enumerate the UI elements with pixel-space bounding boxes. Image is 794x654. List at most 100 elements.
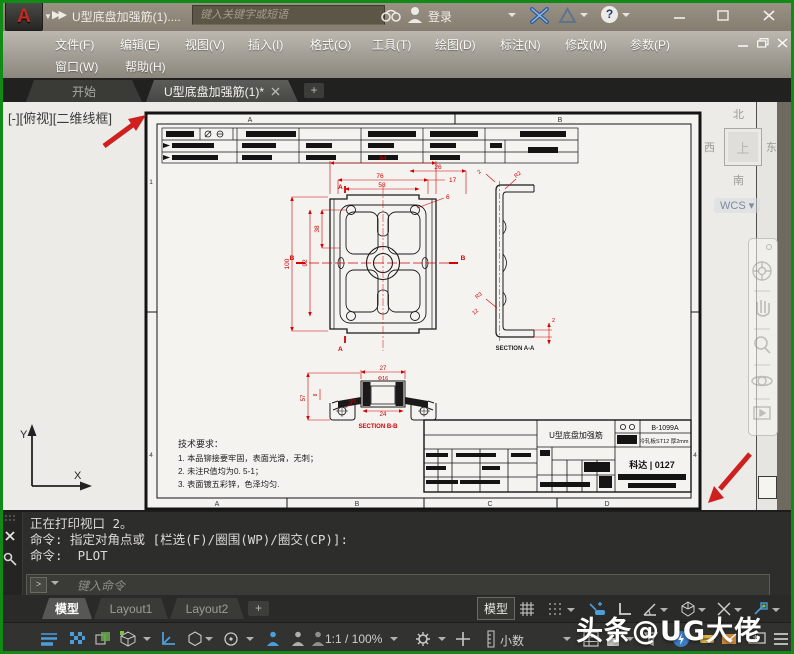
zone-bot-a: A: [215, 501, 220, 508]
wcs-menu[interactable]: WCS ▾: [714, 198, 760, 213]
doc-close-icon[interactable]: [777, 38, 788, 48]
viewcube-east[interactable]: 东: [766, 139, 777, 155]
dim-76: 76: [376, 173, 384, 180]
snap-dropdown-icon[interactable]: [567, 608, 575, 616]
help-icon[interactable]: ?: [601, 6, 618, 23]
title-block-drawing-no: B-1099A: [651, 425, 679, 432]
viewcube-west[interactable]: 西: [704, 139, 715, 155]
command-panel-grip[interactable]: [0, 512, 23, 597]
help-search-input[interactable]: 键入关键字或短语: [192, 5, 385, 25]
menu-insert[interactable]: 插入(I): [248, 36, 283, 53]
menu-format[interactable]: 格式(O): [310, 36, 351, 53]
secb-dim-8: 8: [313, 393, 319, 396]
user-icon[interactable]: [407, 6, 423, 24]
maximize-button[interactable]: [706, 5, 740, 25]
tab-layout2[interactable]: Layout2: [170, 598, 244, 619]
quick-access-expand-icon[interactable]: ▶▶: [52, 8, 65, 21]
orbit-icon: [752, 377, 772, 386]
tab-close-icon[interactable]: [271, 87, 280, 96]
menu-edit[interactable]: 编辑(E): [120, 36, 160, 53]
minimize-button[interactable]: [662, 5, 696, 25]
units-value[interactable]: 小数: [500, 632, 524, 649]
menu-window[interactable]: 窗口(W): [55, 58, 98, 75]
notes-line3: 3. 表面镀五彩锌，色泽均匀.: [178, 479, 279, 489]
viewport-controls[interactable]: [-][俯视][二维线框]: [8, 108, 112, 127]
grid-display-toggle[interactable]: [515, 598, 539, 620]
menu-view[interactable]: 视图(V): [185, 36, 225, 53]
dim-84: 84: [379, 155, 387, 162]
tab-model[interactable]: 模型: [42, 598, 92, 619]
selection-cycling-toggle[interactable]: [90, 627, 116, 651]
3dosnap-dropdown-icon[interactable]: [143, 637, 151, 645]
zoom-icon: [755, 337, 770, 353]
view-cube[interactable]: 北 西 上 东 南 WCS ▾: [700, 106, 784, 222]
doc-minimize-icon[interactable]: [738, 38, 749, 48]
signin-label[interactable]: 登录: [428, 8, 452, 25]
zone-top-a: A: [248, 117, 253, 124]
dim-6: 6: [446, 194, 450, 201]
command-prompt-icon[interactable]: >: [30, 577, 47, 593]
menu-dimension[interactable]: 标注(N): [500, 36, 541, 53]
signin-dropdown-icon[interactable]: [508, 13, 516, 21]
menu-tools[interactable]: 工具(T): [372, 36, 411, 53]
command-input[interactable]: > 键入命令: [26, 574, 770, 596]
tab-layout1[interactable]: Layout1: [94, 598, 168, 619]
tab-start[interactable]: 开始: [26, 80, 142, 102]
workspace-gear-icon[interactable]: [410, 627, 436, 651]
transparency-toggle[interactable]: [64, 627, 90, 651]
crosshair-icon[interactable]: [450, 627, 476, 651]
menu-draw[interactable]: 绘图(D): [435, 36, 476, 53]
close-button[interactable]: [752, 5, 786, 25]
help-dropdown-icon[interactable]: [622, 13, 630, 21]
command-placeholder: 键入命令: [77, 577, 125, 594]
ucs-y-label: Y: [20, 429, 28, 441]
dynamic-ucs-toggle[interactable]: [155, 627, 181, 651]
viewcube-top-face[interactable]: 上: [724, 128, 762, 166]
3d-object-snap-toggle[interactable]: [115, 627, 141, 651]
annotation-visibility-toggle[interactable]: [260, 627, 286, 651]
annotation-scale-value[interactable]: 1:1 / 100%: [325, 632, 382, 646]
search-binoculars-icon[interactable]: [381, 6, 401, 23]
a360-icon[interactable]: [558, 7, 577, 24]
new-tab-button[interactable]: +: [304, 83, 324, 98]
annotation-monitor-toggle[interactable]: [218, 627, 244, 651]
a360-dropdown-icon[interactable]: [580, 13, 588, 21]
menu-bar: 文件(F) 编辑(E) 视图(V) 插入(I) 格式(O) 工具(T) 绘图(D…: [0, 31, 794, 79]
viewcube-south[interactable]: 南: [733, 172, 744, 188]
ucs-dropdown-icon[interactable]: [205, 637, 213, 645]
osnap-dropdown-icon[interactable]: [772, 608, 780, 616]
doc-restore-icon[interactable]: [757, 38, 769, 48]
customization-menu-icon[interactable]: [768, 627, 794, 651]
annotation-dropdown-icon[interactable]: [246, 637, 254, 645]
document-title: U型底盘加强筋(1)....: [72, 8, 181, 25]
recent-commands-dropdown-icon[interactable]: [51, 581, 59, 589]
zone-right-4: 4: [693, 452, 697, 459]
navigation-bar[interactable]: [748, 238, 778, 436]
tab-current-drawing[interactable]: U型底盘加强筋(1)*: [146, 80, 298, 102]
units-dropdown-icon[interactable]: [563, 637, 571, 645]
title-block-material: 冷轧板ST12 厚2mm: [640, 437, 689, 445]
lineweight-toggle[interactable]: [36, 627, 62, 651]
app-menu-dropdown-icon[interactable]: ▼: [44, 12, 52, 21]
snap-mode-toggle[interactable]: [543, 598, 567, 620]
exchange-apps-icon[interactable]: [530, 7, 549, 24]
dim-58: 58: [378, 182, 386, 189]
viewcube-north[interactable]: 北: [733, 106, 744, 122]
zone-left-4: 4: [149, 452, 153, 459]
model-space-toggle[interactable]: 模型: [477, 597, 515, 620]
annotation-arrow-bottom-right: [708, 454, 750, 503]
app-menu-button[interactable]: A: [5, 2, 43, 31]
new-layout-button[interactable]: +: [248, 601, 269, 616]
drawing-canvas[interactable]: A B A B C D 1 4 4: [0, 102, 794, 510]
menu-file[interactable]: 文件(F): [55, 36, 94, 53]
workspace-dropdown-icon[interactable]: [438, 637, 446, 645]
menu-modify[interactable]: 修改(M): [565, 36, 607, 53]
menu-help[interactable]: 帮助(H): [125, 58, 166, 75]
scale-dropdown-icon[interactable]: [390, 637, 398, 645]
title-block-part-name: U型底盘加强筋: [549, 430, 603, 440]
ucs-icon: Y X: [20, 424, 92, 491]
menu-parametric[interactable]: 参数(P): [630, 36, 670, 53]
command-line-2: 命令: 指定对角点或 [栏选(F)/圈围(WP)/圈交(CP)]:: [30, 532, 348, 548]
zone-bot-b: B: [355, 501, 360, 508]
scrollbar-thumb[interactable]: [758, 476, 777, 499]
